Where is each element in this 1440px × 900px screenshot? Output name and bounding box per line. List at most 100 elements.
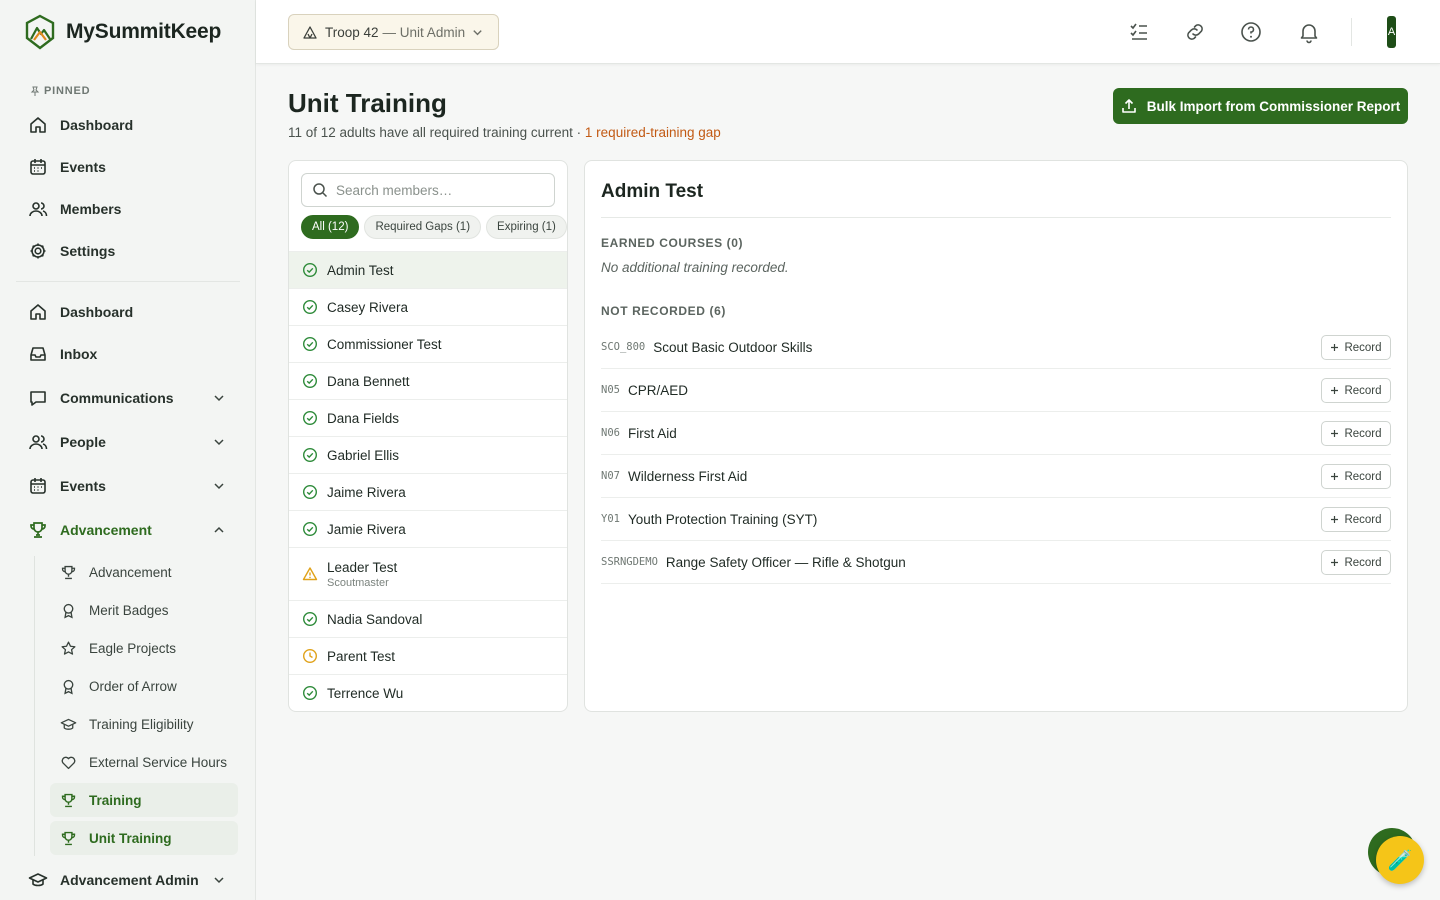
chat-icon [30, 391, 46, 406]
nav-events[interactable]: Events [16, 468, 240, 504]
member-text: Parent Test [327, 649, 395, 664]
search-input[interactable] [336, 182, 536, 198]
check-circle-icon [302, 611, 318, 627]
record-button[interactable]: Record [1321, 507, 1391, 532]
member-role: Scoutmaster [327, 576, 389, 589]
member-name: Casey Rivera [327, 299, 409, 315]
subnav-external-service-hours[interactable]: External Service Hours [50, 745, 238, 779]
filter-all[interactable]: All (12) [301, 215, 360, 239]
pinned-settings[interactable]: Settings [16, 233, 240, 269]
course-name: First Aid [627, 425, 677, 441]
pinned-dashboard[interactable]: Dashboard [16, 107, 240, 143]
member-text: Jamie Rivera [327, 522, 406, 537]
member-row[interactable]: Gabriel Ellis [289, 436, 567, 473]
member-row[interactable]: Terrence Wu [289, 674, 567, 711]
check-circle-icon [302, 484, 318, 500]
check-circle-icon [302, 336, 318, 352]
member-row[interactable]: Parent Test [289, 637, 567, 674]
member-text: Nadia Sandoval [327, 612, 422, 627]
record-button[interactable]: Record [1321, 335, 1391, 360]
earned-empty-note: No additional training recorded. [601, 260, 789, 275]
pinned-members[interactable]: Members [16, 191, 240, 227]
calendar-icon [30, 159, 46, 175]
nav-dashboard[interactable]: Dashboard [16, 294, 240, 330]
not-recorded-label: NOT RECORDED (6) [601, 304, 726, 318]
search-box[interactable] [301, 173, 555, 207]
record-label: Record [1344, 470, 1382, 483]
member-row[interactable]: Dana Bennett [289, 362, 567, 399]
member-name: Jaime Rivera [327, 484, 406, 500]
subnav-training[interactable]: Training [50, 783, 238, 817]
unit-selector[interactable]: Troop 42— Unit Admin [288, 14, 499, 50]
checklist-icon[interactable] [1127, 20, 1151, 44]
member-row[interactable]: Casey Rivera [289, 288, 567, 325]
chevron-down-icon[interactable] [212, 873, 226, 887]
member-text: Leader Test Scoutmaster [327, 560, 397, 589]
chevron-up-icon[interactable] [212, 523, 226, 537]
nav-advancement[interactable]: Advancement [16, 512, 240, 548]
subnav-unit-training[interactable]: Unit Training [50, 821, 238, 855]
record-button[interactable]: Record [1321, 378, 1391, 403]
nav-communications[interactable]: Communications [16, 380, 240, 416]
subnav-eagle-projects[interactable]: Eagle Projects [50, 631, 238, 665]
record-button[interactable]: Record [1321, 464, 1391, 489]
home-icon [30, 304, 46, 320]
filter-required-gaps[interactable]: Required Gaps (1) [364, 215, 482, 239]
bell-icon[interactable] [1297, 20, 1321, 44]
calendar-icon [30, 478, 46, 494]
help-icon[interactable] [1239, 20, 1263, 44]
member-row[interactable]: Nadia Sandoval [289, 600, 567, 637]
nav-advancement-admin[interactable]: Advancement Admin [16, 862, 240, 898]
filter-chips: All (12) Required Gaps (1) Expiring (1) [301, 215, 567, 239]
course-row: SCO_800 Scout Basic Outdoor Skills Record [601, 326, 1391, 369]
subnav-advancement[interactable]: Advancement [50, 555, 238, 589]
gear-icon [30, 243, 46, 259]
member-name: Commissioner Test [327, 336, 442, 352]
member-row[interactable]: Jamie Rivera [289, 510, 567, 547]
sidebar: MySummitKeep PINNED Dashboard Events Mem… [0, 0, 256, 900]
record-button[interactable]: Record [1321, 550, 1391, 575]
record-label: Record [1344, 341, 1382, 354]
gap-link[interactable]: 1 required-training gap [585, 125, 721, 140]
plus-icon [1331, 430, 1339, 437]
summary-text: 11 of 12 adults have all required traini… [288, 125, 585, 140]
check-circle-icon [302, 685, 318, 701]
filter-expiring[interactable]: Expiring (1) [486, 215, 567, 239]
record-button[interactable]: Record [1321, 421, 1391, 446]
brand[interactable]: MySummitKeep [24, 14, 221, 50]
avatar[interactable]: A [1387, 16, 1396, 48]
chevron-down-icon[interactable] [212, 391, 226, 405]
subnav-order-of-arrow[interactable]: Order of Arrow [50, 669, 238, 703]
course-code: SSRNGDEMO [601, 556, 658, 568]
course-row: N06 First Aid Record [601, 412, 1391, 455]
pinned-events[interactable]: Events [16, 149, 240, 185]
nav-inbox[interactable]: Inbox [16, 336, 240, 372]
summit-logo-icon [25, 14, 55, 50]
pin-icon [30, 86, 40, 96]
member-detail-panel: Admin Test EARNED COURSES (0) No additio… [584, 160, 1408, 712]
subnav-merit-badges[interactable]: Merit Badges [50, 593, 238, 627]
test-tube-fab[interactable]: 🧪 [1376, 836, 1424, 884]
check-circle-icon [302, 447, 318, 463]
course-name: Scout Basic Outdoor Skills [653, 339, 813, 355]
member-row[interactable]: Admin Test [289, 251, 567, 288]
chevron-down-icon[interactable] [212, 435, 226, 449]
heart-icon [61, 756, 76, 769]
home-icon [30, 117, 46, 133]
member-row[interactable]: Commissioner Test [289, 325, 567, 362]
trophy-icon [61, 565, 76, 579]
nav-people[interactable]: People [16, 424, 240, 460]
page-title: Unit Training [288, 88, 447, 118]
member-row[interactable]: Jaime Rivera [289, 473, 567, 510]
course-code: SCO_800 [601, 341, 646, 353]
member-row[interactable]: Leader Test Scoutmaster [289, 547, 567, 600]
member-text: Gabriel Ellis [327, 448, 399, 463]
member-text: Jaime Rivera [327, 485, 406, 500]
member-text: Casey Rivera [327, 300, 408, 315]
chevron-down-icon[interactable] [212, 479, 226, 493]
bulk-import-button[interactable]: Bulk Import from Commissioner Report [1113, 88, 1408, 124]
plus-icon [1331, 344, 1339, 351]
link-icon[interactable] [1183, 20, 1207, 44]
member-row[interactable]: Dana Fields [289, 399, 567, 436]
subnav-training-eligibility[interactable]: Training Eligibility [50, 707, 238, 741]
